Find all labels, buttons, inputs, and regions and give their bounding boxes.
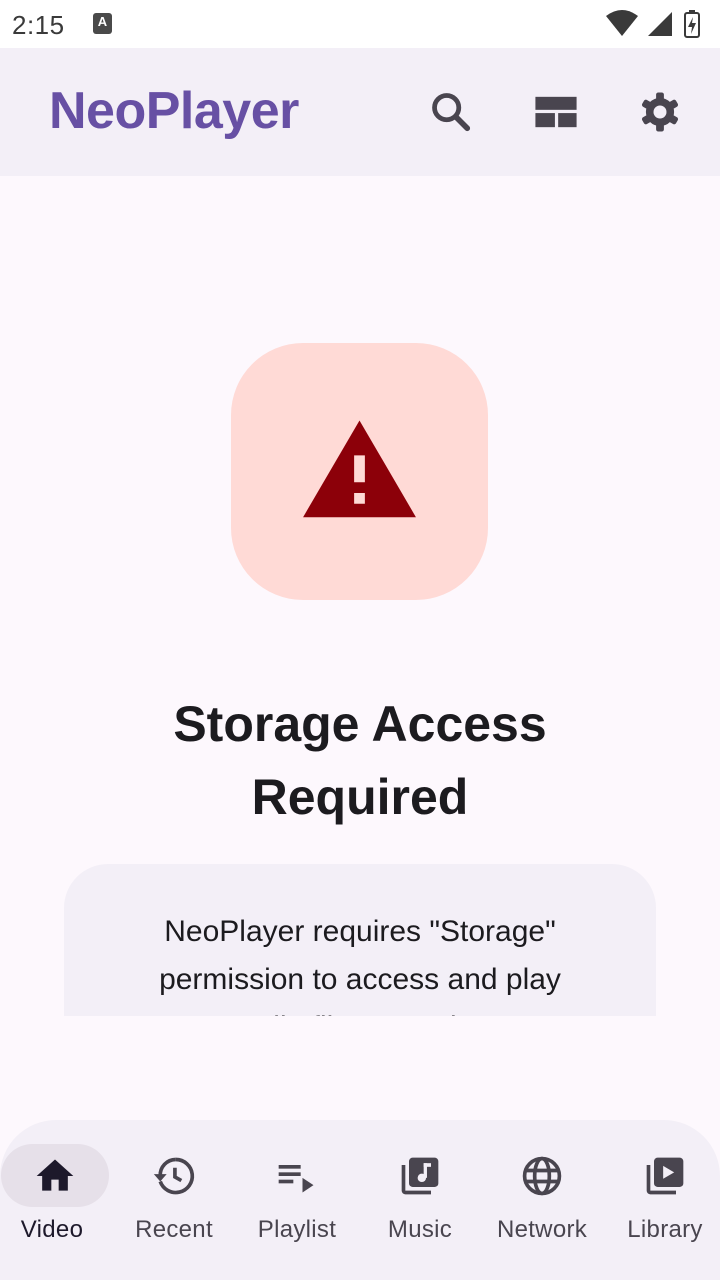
playlist-play-icon bbox=[275, 1154, 319, 1198]
warning-icon-container bbox=[231, 343, 488, 600]
home-icon bbox=[33, 1154, 77, 1198]
heading-line-1: Storage Access bbox=[173, 696, 547, 752]
nav-item-video[interactable]: Video bbox=[0, 1120, 120, 1280]
nav-label-library: Library bbox=[627, 1216, 703, 1243]
view-layout-icon bbox=[535, 96, 577, 128]
settings-button[interactable] bbox=[634, 86, 686, 138]
permission-message-card: NeoPlayer requires "Storage" permission … bbox=[64, 864, 656, 1016]
battery-icon bbox=[684, 10, 700, 38]
status-time: 2:15 bbox=[12, 10, 65, 40]
message-line-3: media files stored on bbox=[104, 1004, 616, 1016]
permission-message: NeoPlayer requires "Storage" permission … bbox=[104, 908, 616, 1016]
music-library-icon bbox=[398, 1154, 442, 1198]
message-line-2: permission to access and play bbox=[159, 963, 561, 996]
app-bar: NeoPlayer bbox=[0, 48, 720, 176]
nav-item-music[interactable]: Music bbox=[360, 1120, 480, 1280]
app-title: NeoPlayer bbox=[49, 82, 299, 140]
nav-label-playlist: Playlist bbox=[257, 1216, 337, 1243]
bottom-navigation: Video Recent Playlist Music Network Libr… bbox=[0, 1120, 720, 1280]
wifi-icon bbox=[606, 10, 638, 36]
nav-item-library[interactable]: Library bbox=[605, 1120, 720, 1280]
history-icon bbox=[152, 1154, 196, 1198]
nav-label-video: Video bbox=[20, 1216, 84, 1243]
search-icon bbox=[432, 93, 471, 132]
globe-icon bbox=[520, 1154, 564, 1198]
nav-label-network: Network bbox=[496, 1216, 588, 1243]
nav-item-playlist[interactable]: Playlist bbox=[237, 1120, 357, 1280]
settings-gear-icon bbox=[641, 92, 679, 132]
nav-label-recent: Recent bbox=[135, 1216, 213, 1243]
cellular-signal-icon bbox=[648, 12, 672, 36]
message-line-1: NeoPlayer requires "Storage" bbox=[164, 915, 556, 948]
search-button[interactable] bbox=[425, 86, 477, 138]
nav-label-music: Music bbox=[387, 1216, 453, 1243]
video-library-icon bbox=[643, 1154, 687, 1198]
heading-line-2: Required bbox=[251, 769, 469, 825]
view-layout-button[interactable] bbox=[530, 86, 582, 138]
notification-icon: A bbox=[93, 13, 112, 34]
warning-icon bbox=[303, 420, 416, 518]
permission-heading: Storage Access Required bbox=[60, 688, 660, 834]
status-bar: 2:15 A bbox=[0, 0, 720, 48]
nav-item-network[interactable]: Network bbox=[482, 1120, 602, 1280]
nav-item-recent[interactable]: Recent bbox=[114, 1120, 234, 1280]
